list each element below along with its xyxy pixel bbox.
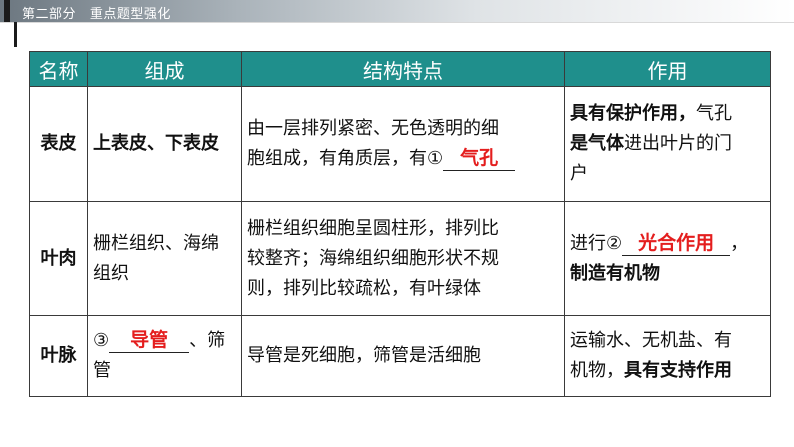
answer-blank-3: 导管 [109,328,190,353]
vein-composition-line1: ③ 导管 、筛 [93,326,236,356]
row-name-mesophyll: 叶肉 [29,201,88,316]
epidermis-function-line2b: 进出叶片的门 [624,133,732,154]
header-subtitle: 重点题型强化 [89,7,171,22]
vein-function-line2b: 具有支持作用 [624,360,732,381]
vein-composition: ③ 导管 、筛 管 [87,315,242,397]
epidermis-function: 具有保护作用，气孔 是气体进出叶片的门 户 [564,86,771,202]
mesophyll-structure-line2: 较整齐；海绵组织细胞形状不规 [247,247,499,269]
vein-function-line1: 运输水、无机盐、有 [570,330,732,351]
header-divider [0,22,794,23]
row-name-epidermis: 表皮 [29,86,88,202]
vein-composition-line2: 管 [93,360,111,381]
header-section: 第二部分 [22,7,77,22]
table-row-vein: 叶脉 ③ 导管 、筛 管 导管是死细胞，筛管是活细胞 运输水、无机盐、有 机物，具有… [29,315,771,397]
epidermis-structure-prefix: 胞组成，有角质层，有① [247,148,444,169]
mesophyll-function-line1: 进行② 光合作用， [570,229,765,259]
table-header-row: 名称 组成 结构特点 作用 [29,51,771,87]
table-row-epidermis: 表皮 上表皮、下表皮 由一层排列紧密、无色透明的细 胞组成，有角质层，有① 气孔 … [29,86,771,202]
epidermis-function-line2: 是气体进出叶片的门 [570,129,765,159]
mesophyll-structure-line3: 则，排列比较疏松，有叶绿体 [247,277,481,299]
row-name-vein: 叶脉 [29,315,88,397]
epidermis-function-p1: 具有 [570,103,606,124]
table-row-mesophyll: 叶肉 栅栏组织、海绵 组织 栅栏组织细胞呈圆柱形，排列比 较整齐；海绵组织细胞形… [29,201,771,316]
vein-function-line2: 机物，具有支持作用 [570,356,765,386]
epidermis-structure: 由一层排列紧密、无色透明的细 胞组成，有角质层，有① 气孔 [241,86,565,202]
header-marker [4,0,10,22]
answer-blank-2: 光合作用 [622,231,731,256]
answer-blank-1: 气孔 [443,146,516,171]
leaf-structure-table: 名称 组成 结构特点 作用 表皮 上表皮、下表皮 由一层排列紧密、无色透明的细 … [29,51,771,397]
mesophyll-composition: 栅栏组织、海绵 组织 [87,201,242,316]
header-title: 第二部分 重点题型强化 [22,3,171,22]
mesophyll-structure: 栅栏组织细胞呈圆柱形，排列比 较整齐；海绵组织细胞形状不规 则，排列比较疏松，有… [241,201,565,316]
mesophyll-function: 进行② 光合作用， 制造有机物 [564,201,771,316]
col-header-structure: 结构特点 [241,51,565,87]
header-left-accent [14,22,17,47]
vein-structure: 导管是死细胞，筛管是活细胞 [241,315,565,397]
epidermis-structure-line1: 由一层排列紧密、无色透明的细 [247,118,499,139]
mesophyll-structure-line1: 栅栏组织细胞呈圆柱形，排列比 [247,217,499,239]
section-header-bar: 第二部分 重点题型强化 [0,0,794,22]
col-header-name: 名称 [29,51,88,87]
epidermis-function-p4: 气孔 [696,103,732,124]
epidermis-structure-line2: 胞组成，有角质层，有① 气孔 [247,144,559,174]
mesophyll-function-prefix: 进行② [570,232,623,254]
vein-composition-suffix: 、筛 [189,330,226,351]
epidermis-function-p3: 作用， [642,103,696,124]
epidermis-function-p2: 保护 [606,103,642,124]
col-header-composition: 组成 [87,51,242,87]
mesophyll-composition-line2: 组织 [93,262,129,284]
vein-function: 运输水、无机盐、有 机物，具有支持作用 [564,315,771,397]
mesophyll-composition-line1: 栅栏组织、海绵 [93,232,219,254]
mesophyll-function-suffix: ， [730,232,749,254]
vein-function-line2a: 机物， [570,360,624,381]
epidermis-function-line3: 户 [570,163,588,184]
epidermis-function-line1: 具有保护作用，气孔 [570,99,765,129]
epidermis-function-line2a: 是气体 [570,133,624,154]
vein-composition-prefix: ③ [93,330,110,351]
col-header-function: 作用 [564,51,771,87]
epidermis-composition: 上表皮、下表皮 [87,86,242,202]
mesophyll-function-line2: 制造有机物 [570,262,660,284]
